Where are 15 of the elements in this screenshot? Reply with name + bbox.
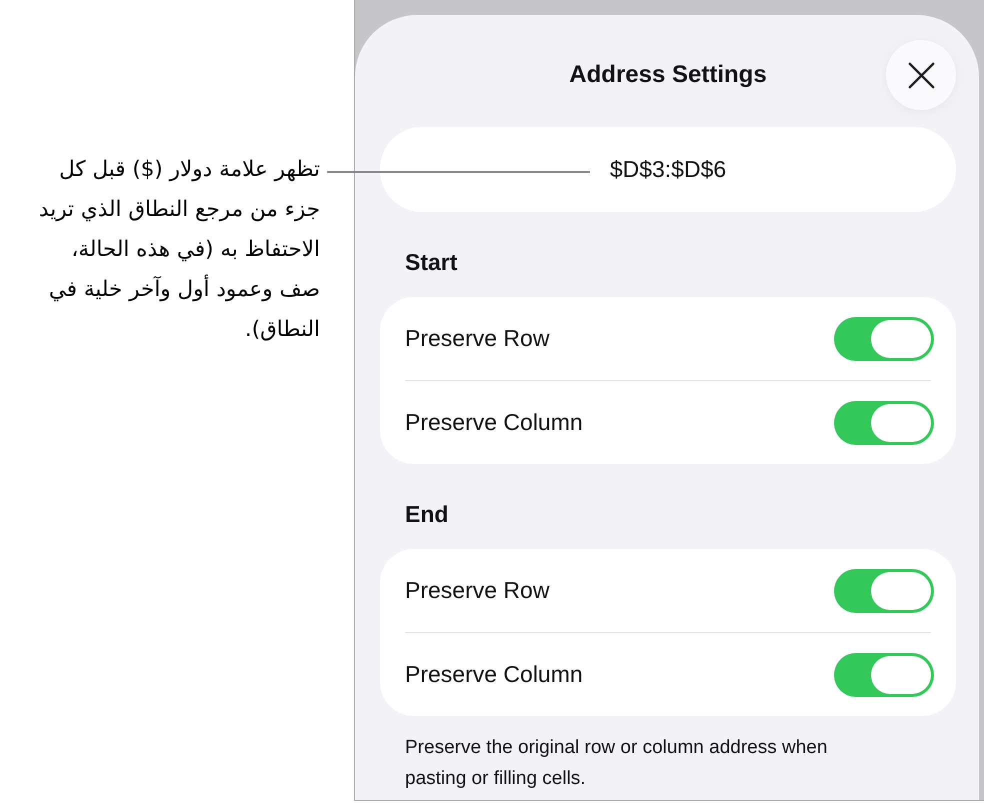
toggle-label: Preserve Column [405, 661, 583, 688]
sheet-title: Address Settings [569, 61, 767, 89]
toggle-label: Preserve Row [405, 325, 550, 352]
callout-text: تظهر علامة دولار ($) قبل كل جزء من مرجع النطاق الذي تريد الاحتفاظ به (في هذه الحالة، صف وعمود أول وآخر خلية في النطاق). [38, 156, 320, 344]
toggle-switch[interactable] [834, 400, 934, 444]
section-heading: Start [405, 249, 458, 275]
section-heading: End [405, 501, 448, 527]
toggle-label: Preserve Row [405, 577, 550, 604]
toggle-label: Preserve Column [405, 409, 583, 436]
close-icon [908, 62, 934, 88]
toggle-switch[interactable] [834, 568, 934, 612]
address-field[interactable]: $D$3:$D$6 [380, 127, 956, 212]
toggle-switch[interactable] [834, 316, 934, 360]
footnote-text: Preserve the original row or column address when pasting or filling cells. [404, 736, 828, 791]
toggle-switch[interactable] [834, 652, 934, 696]
